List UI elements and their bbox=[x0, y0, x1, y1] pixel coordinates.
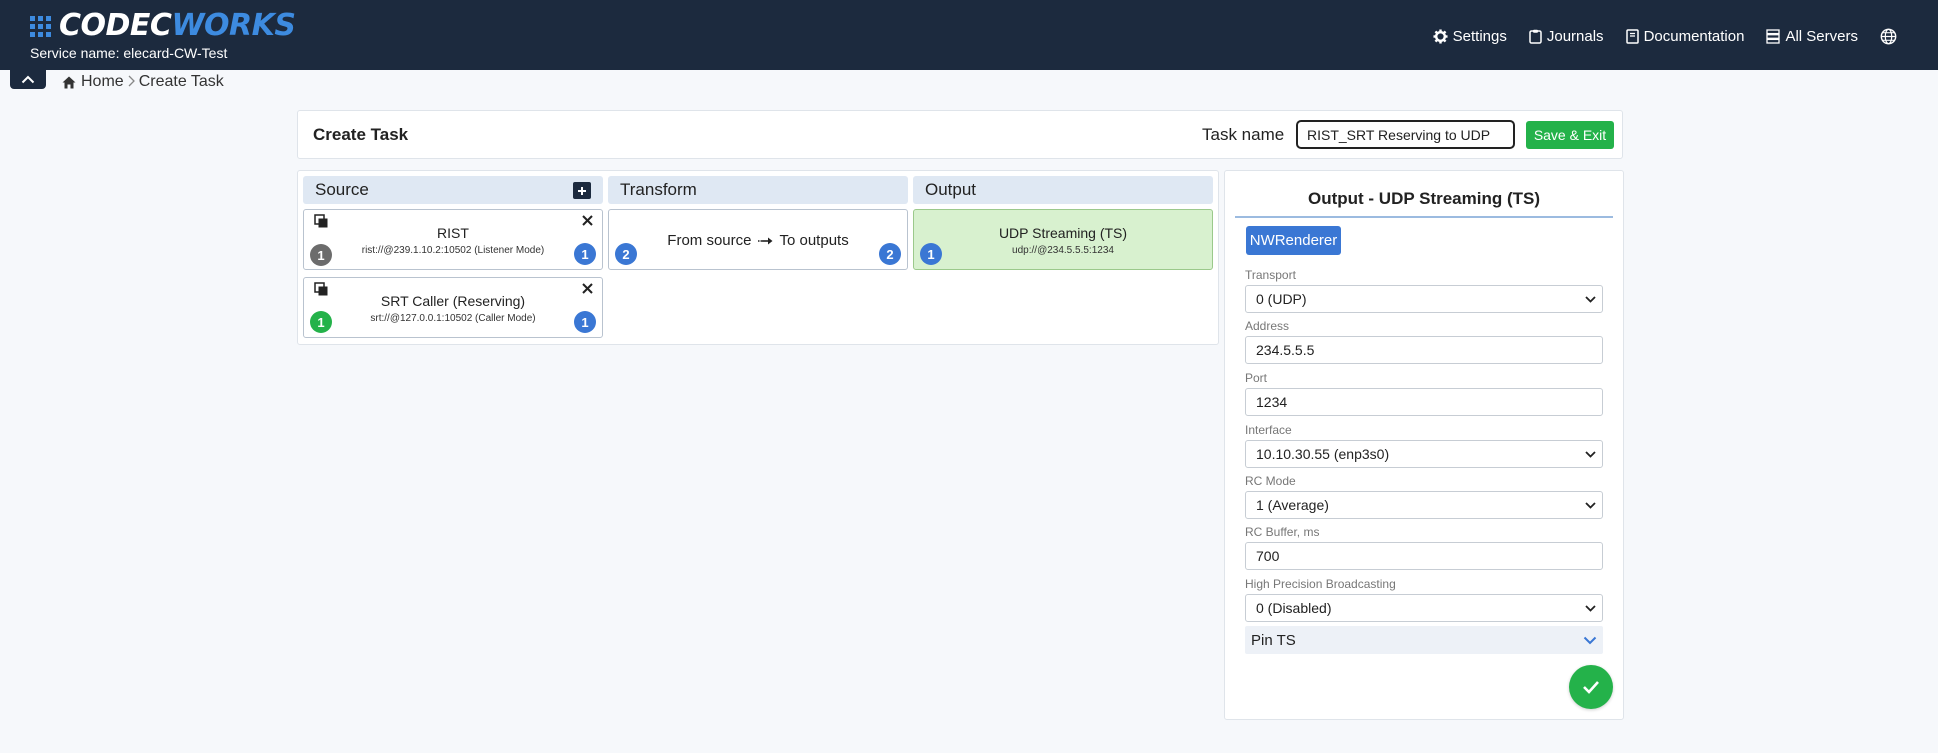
language-button[interactable] bbox=[1880, 28, 1902, 45]
output-node-udp[interactable]: UDP Streaming (TS) udp://@234.5.5.5:1234… bbox=[913, 209, 1213, 270]
output-settings-panel: Output - UDP Streaming (TS) NWRenderer T… bbox=[1224, 170, 1624, 720]
rc-buffer-label: RC Buffer, ms bbox=[1245, 525, 1320, 539]
breadcrumb: Home Create Task bbox=[62, 72, 224, 92]
port-label: Port bbox=[1245, 371, 1268, 385]
chevron-right-icon bbox=[128, 75, 135, 87]
add-source-button[interactable] bbox=[573, 182, 591, 199]
nav-journals[interactable]: Journals bbox=[1529, 28, 1604, 45]
transport-select[interactable]: 0 (UDP) bbox=[1245, 285, 1603, 313]
nwrenderer-button[interactable]: NWRenderer bbox=[1246, 226, 1341, 255]
source-link-badge: 1 bbox=[574, 243, 596, 265]
output-link-badge: 1 bbox=[920, 243, 942, 265]
address-label: Address bbox=[1245, 319, 1290, 333]
transform-node[interactable]: From source To outputs 2 2 bbox=[608, 209, 908, 270]
output-title: UDP Streaming (TS) bbox=[998, 225, 1128, 241]
service-name: Service name: elecard-CW-Test bbox=[30, 45, 228, 61]
chevron-up-icon bbox=[21, 75, 35, 84]
source-title: SRT Caller (Reserving) bbox=[380, 293, 526, 309]
nav-settings-label: Settings bbox=[1452, 27, 1507, 45]
breadcrumb-home-label: Home bbox=[81, 73, 124, 90]
interface-value: 10.10.30.55 (enp3s0) bbox=[1256, 446, 1390, 462]
port-input[interactable]: 1234 bbox=[1245, 388, 1603, 416]
output-url: udp://@234.5.5.5:1234 bbox=[1012, 245, 1114, 256]
panel-title: Output - UDP Streaming (TS) bbox=[1307, 189, 1540, 208]
chevron-down-icon bbox=[1585, 295, 1596, 303]
book-icon bbox=[1625, 28, 1639, 44]
logo-grid-icon bbox=[30, 15, 51, 37]
arrow-right-icon bbox=[757, 237, 773, 245]
top-nav: Settings Journals Documentation All Serv… bbox=[1433, 22, 1938, 50]
chevron-down-icon bbox=[1585, 450, 1596, 458]
home-icon bbox=[62, 76, 76, 88]
page-title: Create Task bbox=[313, 125, 409, 144]
gear-icon bbox=[1433, 28, 1448, 44]
chevron-down-icon bbox=[1585, 501, 1596, 509]
output-column-header: Output bbox=[913, 176, 1213, 204]
source-node-rist[interactable]: RIST rist://@239.1.10.2:10502 (Listener … bbox=[303, 209, 603, 270]
transform-input-badge: 2 bbox=[615, 243, 637, 265]
hpb-label: High Precision Broadcasting bbox=[1245, 577, 1396, 591]
transform-column-label: Transform bbox=[620, 180, 697, 199]
nav-all-servers-label: All Servers bbox=[1785, 27, 1858, 45]
interface-label: Interface bbox=[1245, 423, 1292, 437]
panel-title-underline bbox=[1235, 216, 1613, 218]
transform-column-header: Transform bbox=[608, 176, 908, 204]
source-column-header: Source bbox=[303, 176, 603, 204]
transform-to-label: To outputs bbox=[779, 232, 849, 249]
collapse-header-button[interactable] bbox=[10, 70, 46, 89]
interface-select[interactable]: 10.10.30.55 (enp3s0) bbox=[1245, 440, 1603, 468]
breadcrumb-separator bbox=[128, 74, 135, 90]
top-bar: CODECWORKS Service name: elecard-CW-Test… bbox=[0, 0, 1938, 70]
source-url: srt://@127.0.0.1:10502 (Caller Mode) bbox=[370, 313, 536, 324]
nav-documentation[interactable]: Documentation bbox=[1625, 27, 1745, 45]
rc-mode-label: RC Mode bbox=[1245, 474, 1296, 488]
address-input[interactable]: 234.5.5.5 bbox=[1245, 336, 1603, 364]
checkmark-icon bbox=[1583, 681, 1599, 694]
task-name-input[interactable] bbox=[1296, 120, 1515, 149]
nav-settings[interactable]: Settings bbox=[1433, 28, 1507, 45]
hpb-value: 0 (Disabled) bbox=[1256, 600, 1332, 616]
transport-label: Transport bbox=[1245, 268, 1296, 282]
port-value: 1234 bbox=[1256, 394, 1288, 410]
pin-ts-label: Pin TS bbox=[1251, 631, 1296, 649]
server-icon bbox=[1766, 28, 1781, 44]
nav-journals-label: Journals bbox=[1546, 27, 1604, 45]
nav-all-servers[interactable]: All Servers bbox=[1766, 28, 1858, 45]
rc-buffer-value: 700 bbox=[1256, 548, 1280, 564]
logo[interactable]: CODECWORKS bbox=[30, 10, 296, 42]
logo-text: CODECWORKS bbox=[59, 8, 296, 43]
chevron-down-icon bbox=[1583, 636, 1597, 644]
source-node-srt[interactable]: SRT Caller (Reserving) srt://@127.0.0.1:… bbox=[303, 277, 603, 338]
source-priority-badge: 1 bbox=[310, 244, 332, 266]
chevron-down-icon bbox=[1585, 604, 1596, 612]
task-name-label: Task name bbox=[1202, 125, 1285, 144]
source-url: rist://@239.1.10.2:10502 (Listener Mode) bbox=[361, 245, 545, 256]
breadcrumb-home[interactable]: Home bbox=[62, 73, 124, 91]
hpb-select[interactable]: 0 (Disabled) bbox=[1245, 594, 1603, 622]
transport-value: 0 (UDP) bbox=[1256, 291, 1307, 307]
rc-buffer-input[interactable]: 700 bbox=[1245, 542, 1603, 570]
save-exit-button[interactable]: Save & Exit bbox=[1526, 121, 1614, 149]
globe-icon bbox=[1880, 28, 1897, 44]
transform-description: From source To outputs bbox=[609, 232, 907, 249]
transform-from-label: From source bbox=[667, 232, 752, 249]
source-link-badge: 1 bbox=[574, 311, 596, 333]
apply-button[interactable] bbox=[1569, 665, 1613, 709]
plus-icon bbox=[578, 186, 586, 195]
nav-documentation-label: Documentation bbox=[1643, 27, 1745, 45]
address-value: 234.5.5.5 bbox=[1256, 342, 1315, 358]
source-priority-badge: 1 bbox=[310, 311, 332, 333]
rc-mode-select[interactable]: 1 (Average) bbox=[1245, 491, 1603, 519]
source-title: RIST bbox=[437, 225, 469, 241]
rc-mode-value: 1 (Average) bbox=[1256, 497, 1329, 513]
clipboard-icon bbox=[1529, 29, 1542, 44]
pin-ts-accordion[interactable]: Pin TS bbox=[1245, 626, 1603, 654]
output-column-label: Output bbox=[925, 180, 977, 199]
transform-output-badge: 2 bbox=[879, 243, 901, 265]
source-column-label: Source bbox=[315, 180, 369, 199]
breadcrumb-current: Create Task bbox=[138, 73, 224, 90]
